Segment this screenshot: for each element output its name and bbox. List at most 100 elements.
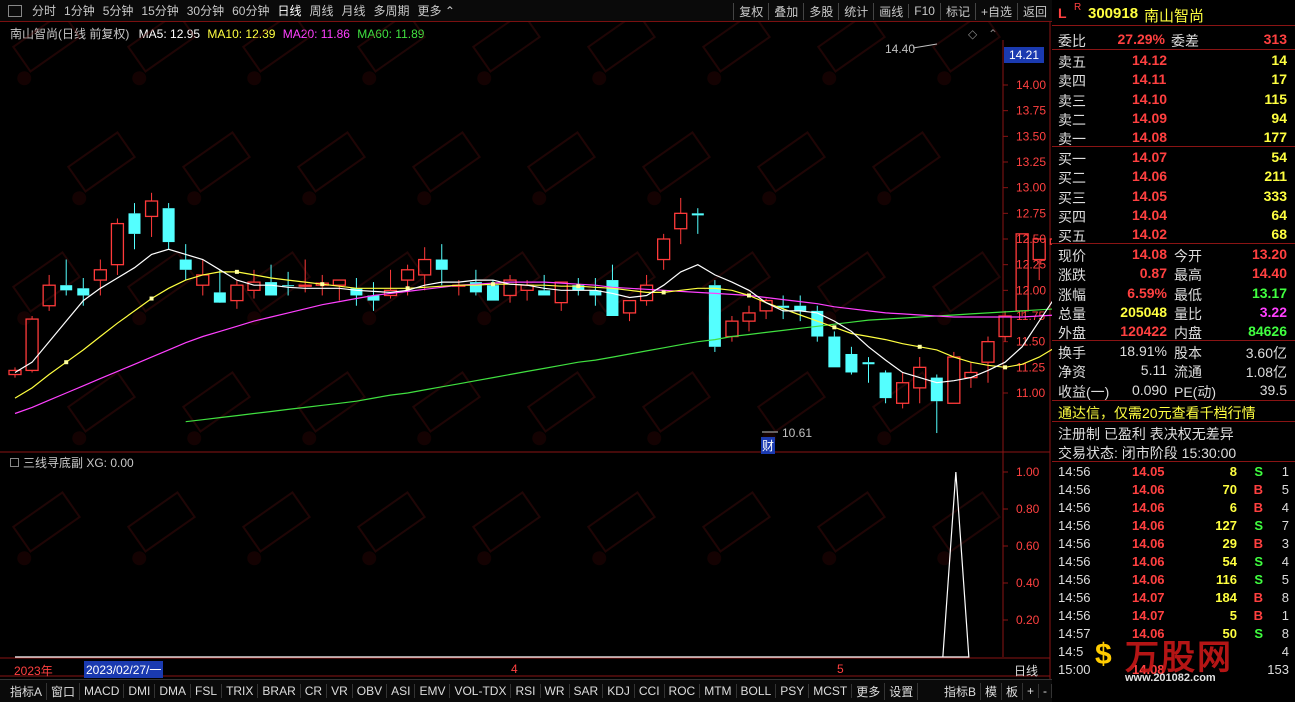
indicator-tab[interactable]: EMV — [415, 684, 451, 698]
indicator-tab[interactable]: ROC — [665, 684, 701, 698]
period-tab[interactable]: 5分钟 — [99, 2, 138, 19]
period-tab[interactable]: 多周期 — [370, 2, 414, 19]
indicator-tab[interactable]: TRIX — [222, 684, 259, 698]
fuquan-button[interactable]: 复权 — [733, 2, 768, 20]
indicator-b-tab[interactable]: 指标B — [940, 682, 981, 700]
indicator-tab[interactable]: 设置 — [885, 682, 919, 700]
indicator-tab[interactable]: SAR — [570, 684, 604, 698]
bid-volume: 54 — [1271, 149, 1287, 165]
period-tab[interactable]: 1分钟 — [60, 2, 99, 19]
candle — [110, 218, 125, 275]
left-toggle[interactable]: L — [1058, 5, 1067, 21]
mark-button[interactable]: 标记 — [939, 2, 975, 20]
ma10-dot — [1003, 365, 1008, 370]
draw-button[interactable]: 画线 — [873, 2, 908, 20]
xg-line — [15, 471, 970, 658]
tick-volume: 70 — [1222, 482, 1237, 497]
divider — [1052, 49, 1295, 50]
indicator-tab[interactable]: KDJ — [603, 684, 635, 698]
period-tab[interactable]: 60分钟 — [228, 2, 273, 19]
ask-row: 卖一 14.08 177 — [1056, 128, 1295, 147]
board-tab[interactable]: 板 — [1002, 682, 1023, 700]
candle — [674, 197, 688, 245]
right-toggle[interactable]: R — [1074, 2, 1081, 13]
template-tab[interactable]: 模 — [981, 682, 1002, 700]
indicator-tab[interactable]: WR — [541, 684, 570, 698]
back-button[interactable]: 返回 — [1016, 2, 1052, 20]
indicator-tab[interactable]: MTM — [700, 684, 737, 698]
price-tick-label: 13.75 — [1016, 104, 1046, 118]
weicha-value: 313 — [1263, 31, 1287, 47]
indicator-tab[interactable]: VR — [327, 684, 353, 698]
indicator-tab[interactable]: DMI — [124, 684, 156, 698]
indicator-tab[interactable]: OBV — [353, 684, 388, 698]
indicator-tab[interactable]: 指标A — [0, 682, 48, 700]
candle — [998, 310, 1012, 342]
chart-canvas[interactable]: 14.0013.7513.5013.2513.0012.7512.5012.25… — [0, 22, 1052, 679]
candle-body — [725, 320, 739, 338]
low-label: 10.61 — [782, 426, 813, 440]
candle-body — [998, 315, 1012, 338]
candle — [657, 233, 671, 270]
indicator-tab[interactable]: FSL — [191, 684, 223, 698]
indicator-tab[interactable]: MCST — [809, 684, 853, 698]
candle-body — [332, 279, 346, 286]
period-tab[interactable]: 更多 ⌃ — [414, 2, 459, 19]
stat-value: 205048 — [1120, 303, 1167, 320]
indicator-tab[interactable]: 窗口 — [47, 682, 81, 700]
finance-event-marker[interactable]: 财 — [761, 437, 776, 454]
indicator-tab[interactable]: BRAR — [258, 684, 301, 698]
indicator-tab[interactable]: BOLL — [737, 684, 777, 698]
fund-label: 换手 — [1058, 345, 1086, 361]
ask-price: 14.09 — [1132, 109, 1168, 126]
indicator-tab[interactable]: ASI — [387, 684, 416, 698]
period-tab-active[interactable]: 日线 — [273, 2, 305, 19]
candle-body — [213, 292, 226, 303]
indicator-tab[interactable]: RSI — [511, 684, 541, 698]
bid-row: 买一 14.07 54 — [1056, 148, 1295, 167]
stats-button[interactable]: 统计 — [838, 2, 873, 20]
month-label: 5 — [837, 662, 844, 676]
indicator-tab[interactable]: 更多 — [852, 682, 886, 700]
stat-row: 总量 205048 量比 3.22 — [1056, 303, 1295, 322]
tick-count: 5 — [1281, 572, 1289, 587]
overlay-button[interactable]: 叠加 — [768, 2, 803, 20]
tick-time: 14:56 — [1058, 500, 1091, 515]
stat-value: 3.22 — [1259, 303, 1287, 320]
weibi-value: 27.29% — [1117, 31, 1165, 47]
tick-count: 1 — [1281, 608, 1289, 623]
grid-icon[interactable] — [10, 458, 19, 467]
indicator-tab[interactable]: PSY — [776, 684, 810, 698]
period-tab[interactable]: 分时 — [28, 2, 60, 19]
candle — [42, 274, 56, 311]
candle-body — [845, 353, 858, 373]
indicator-tab[interactable]: CCI — [635, 684, 665, 698]
ma10-dot — [832, 325, 837, 330]
tick-time: 14:57 — [1058, 626, 1091, 641]
watermark-tile — [11, 491, 82, 566]
ma60-line — [185, 308, 1052, 423]
stock-code: 300918 — [1088, 5, 1139, 22]
indicator-tick-label: 1.00 — [1016, 465, 1040, 479]
candle — [981, 336, 995, 383]
zoom-out-button[interactable]: - — [1039, 684, 1052, 698]
period-tab[interactable]: 15分钟 — [137, 2, 182, 19]
period-tab[interactable]: 月线 — [338, 2, 370, 19]
period-tab[interactable]: 30分钟 — [183, 2, 228, 19]
price-tick-label: 12.75 — [1016, 206, 1046, 220]
candle — [469, 269, 482, 296]
layout-icon[interactable] — [8, 4, 22, 17]
multi-stock-button[interactable]: 多股 — [803, 2, 838, 20]
indicator-tab[interactable]: CR — [301, 684, 328, 698]
indicator-tab[interactable]: VOL-TDX — [450, 684, 512, 698]
fund-label: 流通 — [1174, 364, 1202, 381]
candle — [77, 278, 90, 306]
stat-label: 总量 — [1058, 305, 1086, 322]
period-tab[interactable]: 周线 — [305, 2, 337, 19]
zoom-in-button[interactable]: + — [1023, 684, 1039, 698]
indicator-tab[interactable]: MACD — [80, 684, 125, 698]
indicator-tab[interactable]: DMA — [155, 684, 192, 698]
add-watchlist-button[interactable]: +自选 — [974, 2, 1017, 20]
f10-button[interactable]: F10 — [908, 4, 940, 18]
ma10-dot — [320, 282, 325, 287]
